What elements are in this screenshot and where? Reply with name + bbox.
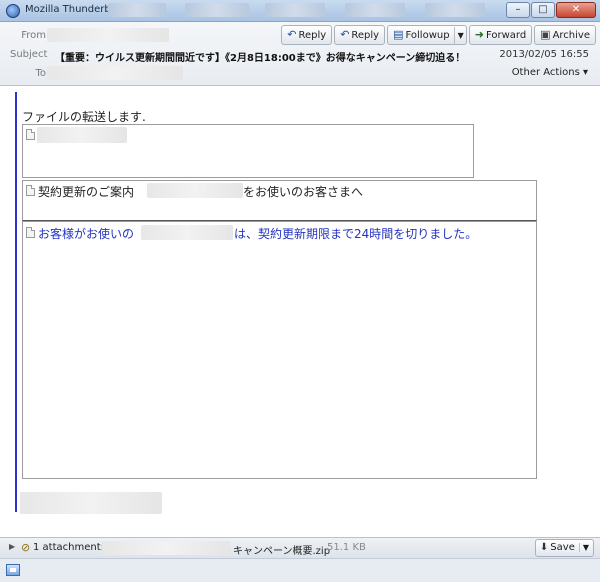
- message-header: From Subject 【重要：ウイルス更新期間間近です】《2月8日18:00…: [0, 22, 600, 86]
- reply-arrow-icon: ↶: [340, 28, 350, 41]
- image-frame-2: 契約更新のご案内 をお使いのお客さまへ: [22, 180, 537, 221]
- redacted-area: [108, 3, 166, 17]
- other-actions-menu[interactable]: Other Actions ▾: [512, 67, 588, 78]
- reply-button-2[interactable]: ↶ Reply: [334, 25, 386, 45]
- followup-icon: ▤: [393, 28, 404, 41]
- redacted-area: [141, 225, 233, 240]
- reply-arrow-icon: ↶: [287, 28, 297, 41]
- customer-usage-text: お客様がお使いの: [38, 227, 135, 241]
- thunderbird-logo-icon: [6, 4, 20, 18]
- to-label: To: [35, 68, 46, 79]
- redacted-area: [37, 127, 127, 143]
- attachment-count[interactable]: 1 attachment:: [33, 542, 104, 553]
- quote-bar: [15, 92, 17, 512]
- from-label: From: [21, 30, 46, 41]
- network-status-icon[interactable]: [6, 564, 20, 576]
- archive-box-icon: ▣: [540, 28, 551, 41]
- window-controls: – □ ✕: [506, 2, 596, 18]
- message-actions: ↶ Reply ↶ Reply ▤ Followup ▼ ➜ Forward ▣ Archi…: [281, 25, 596, 45]
- paperclip-icon: ⊘: [21, 541, 31, 554]
- attachment-size: 51.1 KB: [327, 542, 366, 553]
- followup-button[interactable]: ▤ Followup ▼: [387, 25, 467, 45]
- intro-text: ファイルの転送します.: [22, 110, 146, 124]
- message-body: ファイルの転送します. 契約更新のご案内 をお使いのお客さまへ お客様がお使いの…: [0, 87, 600, 537]
- attachment-filename[interactable]: キャンペーン概要.zip: [233, 542, 330, 557]
- to-address-redacted[interactable]: [47, 66, 183, 80]
- chevron-down-icon[interactable]: ▼: [578, 543, 589, 552]
- image-frame-3: お客様がお使いの は、契約更新期限まで24時間を切りました。: [22, 221, 537, 479]
- broken-image-icon: [26, 227, 35, 238]
- redacted-area: [265, 3, 325, 17]
- attachment-bar: ▶ ⊘ 1 attachment: キャンペーン概要.zip 51.1 KB ⬇…: [0, 537, 600, 558]
- archive-button[interactable]: ▣ Archive: [534, 25, 596, 45]
- from-address-redacted[interactable]: [47, 28, 169, 42]
- status-bar: [0, 558, 600, 582]
- expand-triangle-icon[interactable]: ▶: [9, 542, 15, 551]
- redacted-area: [185, 3, 249, 17]
- deadline-warning-text: は、契約更新期限まで24時間を切りました。: [234, 227, 478, 241]
- broken-image-icon: [26, 185, 35, 196]
- redacted-area: [425, 3, 485, 17]
- signature-redacted: [20, 492, 162, 514]
- renewal-notice-text: 契約更新のご案内: [38, 185, 135, 199]
- reply-button[interactable]: ↶ Reply: [281, 25, 333, 45]
- subject-label: Subject: [10, 49, 48, 60]
- download-arrow-icon: ⬇: [539, 542, 549, 553]
- save-button[interactable]: ⬇ Save ▼: [534, 539, 594, 557]
- redacted-area: [345, 3, 405, 17]
- image-frame-1: [22, 124, 474, 178]
- message-date: 2013/02/05 16:55: [499, 49, 589, 60]
- close-button[interactable]: ✕: [556, 2, 596, 18]
- minimize-button[interactable]: –: [506, 2, 530, 18]
- forward-button[interactable]: ➜ Forward: [468, 25, 533, 45]
- customer-greeting-text: をお使いのお客さまへ: [243, 185, 364, 199]
- redacted-area: [102, 541, 230, 555]
- redacted-area: [147, 183, 243, 198]
- maximize-button[interactable]: □: [531, 2, 555, 18]
- chevron-down-icon[interactable]: ▼: [453, 27, 464, 45]
- broken-image-icon: [26, 129, 35, 140]
- forward-arrow-icon: ➜: [474, 28, 484, 41]
- title-bar: Mozilla Thunderbird – □ ✕: [0, 0, 600, 22]
- subject-text: 【重要：ウイルス更新期間間近です】《2月8日18:00まで》お得なキャンペーン締…: [55, 53, 466, 64]
